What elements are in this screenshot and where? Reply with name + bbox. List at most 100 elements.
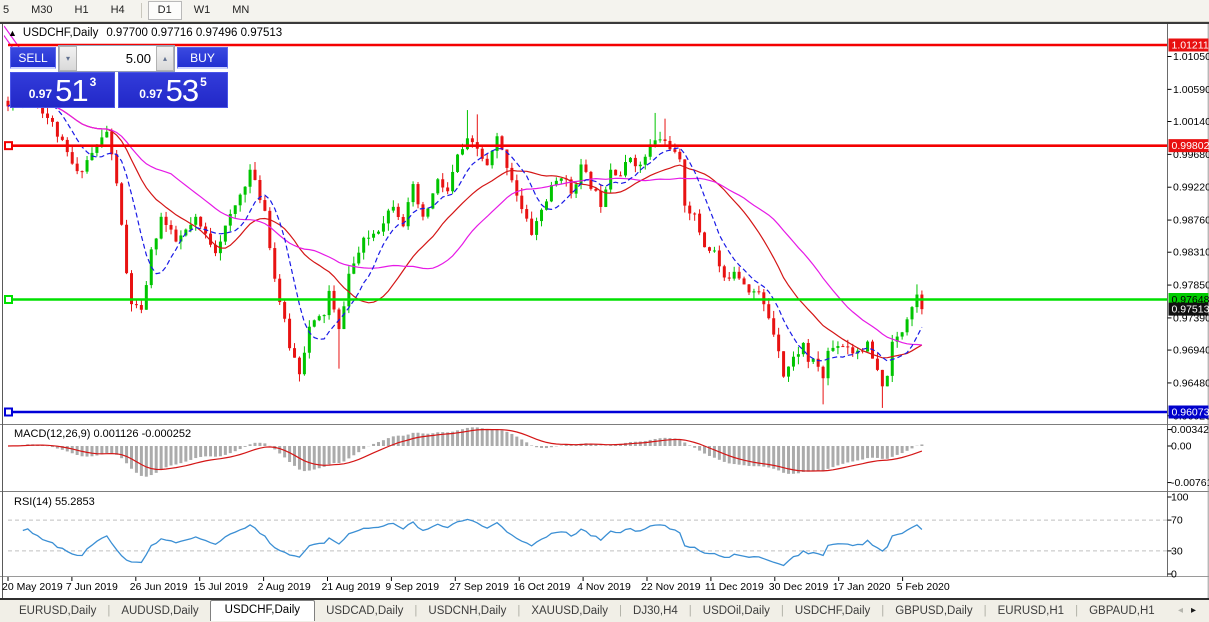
buy-button[interactable]: BUY [177, 47, 228, 69]
chart-tab-usdcad-daily[interactable]: USDCAD,Daily [315, 602, 414, 620]
price-axis-label: 0.96940 [1173, 345, 1209, 357]
candle-body [134, 304, 138, 306]
date-axis-label: 16 Oct 2019 [513, 581, 570, 593]
price-axis-label: 0.96480 [1173, 377, 1209, 389]
chart-tab-dj30-h4[interactable]: DJ30,H4 [622, 602, 689, 620]
volume-increase-button[interactable]: ▴ [156, 46, 174, 71]
candle-body [841, 346, 845, 348]
timeframe-button-5[interactable]: 5 [0, 1, 19, 20]
hline-anchor-marker[interactable] [4, 295, 13, 304]
timeframe-button-h1[interactable]: H1 [65, 1, 99, 20]
candle-body [658, 139, 662, 141]
candle-body [288, 318, 292, 349]
candle-body [880, 369, 884, 387]
candle-body [485, 158, 489, 166]
rsi-axis-label: 30 [1171, 545, 1183, 557]
chart-tab-gbpaud-h1[interactable]: GBPAUD,H1 [1078, 602, 1166, 620]
chart-tab-usdcnh-daily[interactable]: USDCNH,Daily [417, 602, 517, 620]
candle-body [782, 351, 786, 377]
candle-body [342, 306, 346, 330]
chart-tab-audusd-daily[interactable]: AUDUSD,Daily [110, 602, 209, 620]
candle-body [238, 194, 242, 206]
tabs-scroll-right-icon[interactable]: ▸ [1191, 605, 1204, 616]
timeframe-toolbar: 5 M30 H1 H4 D1 W1 MN [0, 0, 1209, 22]
candle-body [515, 180, 519, 196]
candle-body [535, 221, 539, 235]
macd-axis-label: -0.007615 [1171, 477, 1209, 489]
hline-anchor-marker[interactable] [4, 141, 13, 151]
timeframe-button-m30[interactable]: M30 [21, 1, 62, 20]
candle-body [920, 294, 924, 310]
volume-input[interactable] [77, 46, 156, 71]
candle-body [120, 183, 124, 225]
candle-body [910, 307, 914, 320]
tabs-scroll-left-icon[interactable]: ◂ [1178, 605, 1191, 616]
chart-tab-usdoil-daily[interactable]: USDOil,Daily [692, 602, 781, 620]
sell-button[interactable]: SELL [10, 47, 56, 69]
chart-ohlc-values: 0.97700 0.97716 0.97496 0.97513 [106, 27, 283, 39]
candle-body [638, 164, 642, 167]
hline-anchor-marker[interactable] [4, 407, 13, 417]
sell-price-big: 51 [55, 73, 88, 108]
candle-body [426, 208, 430, 217]
candle-body [456, 154, 460, 172]
date-axis-label: 26 Jun 2019 [130, 581, 188, 593]
sell-price-prefix: 0.97 [28, 87, 53, 101]
date-axis-label: 22 Nov 2019 [641, 581, 701, 593]
volume-decrease-button[interactable]: ▾ [59, 46, 77, 71]
chart-tab-usdchf-daily[interactable]: USDCHF,Daily [784, 602, 881, 620]
price-tag-label: 1.01211 [1172, 40, 1209, 52]
candle-body [406, 202, 410, 227]
candle-body [421, 204, 425, 217]
candle-body [70, 152, 74, 164]
candle-body [436, 179, 440, 194]
price-axis-label: 1.00140 [1173, 116, 1209, 128]
chart-tab-eurusd-daily[interactable]: EURUSD,Daily [8, 602, 107, 620]
candle-body [530, 218, 534, 235]
chart-tab-eurusd-h1[interactable]: EURUSD,H1 [987, 602, 1075, 620]
candle-body [293, 348, 297, 358]
candle-body [801, 342, 805, 355]
chart-title: ▲ USDCHF,Daily 0.97700 0.97716 0.97496 0… [8, 27, 282, 39]
candle-body [381, 223, 385, 232]
candle-body [327, 290, 331, 316]
candle-body [110, 131, 114, 155]
macd-axis-label: 0.003428 [1171, 424, 1209, 436]
candle-body [821, 366, 825, 379]
date-axis-label: 2 Aug 2019 [258, 581, 311, 593]
candle-body [673, 149, 677, 152]
candle-body [470, 138, 474, 143]
candle-body [722, 266, 726, 278]
candle-body [688, 205, 692, 214]
candle-body [46, 113, 50, 118]
chart-tab-gbpusd-daily[interactable]: GBPUSD,Daily [884, 602, 983, 620]
candle-body [312, 320, 316, 327]
timeframe-button-h4[interactable]: H4 [101, 1, 135, 20]
candle-body [747, 284, 751, 293]
candle-body [707, 247, 711, 251]
candle-body [154, 238, 158, 250]
candle-body [164, 216, 168, 225]
timeframe-button-mn[interactable]: MN [222, 1, 259, 20]
chart-tab-usdchf-daily[interactable]: USDCHF,Daily [209, 599, 316, 621]
candle-body [628, 157, 632, 163]
candle-body [352, 263, 356, 274]
rsi-line [22, 518, 923, 567]
candle-body [357, 252, 361, 264]
timeframe-button-d1[interactable]: D1 [147, 1, 182, 20]
price-axis-label: 0.99220 [1173, 182, 1209, 194]
candle-body [105, 131, 109, 138]
chart-symbol-label: USDCHF,Daily [22, 27, 99, 39]
timeframe-button-w1[interactable]: W1 [184, 1, 221, 20]
volume-spinner: ▾ ▴ [58, 45, 175, 72]
candle-body [139, 305, 143, 310]
macd-label: MACD(12,26,9) 0.001126 -0.000252 [14, 428, 191, 440]
buy-price-box[interactable]: 0.97 53 5 [118, 72, 228, 108]
candle-body [663, 139, 667, 141]
candle-body [194, 216, 198, 225]
candle-body [737, 271, 741, 279]
chart-tab-xauusd-daily[interactable]: XAUUSD,Daily [520, 602, 619, 620]
sell-price-box[interactable]: 0.97 51 3 [10, 72, 115, 108]
sell-price-pip: 3 [89, 75, 97, 89]
candle-body [525, 209, 529, 219]
